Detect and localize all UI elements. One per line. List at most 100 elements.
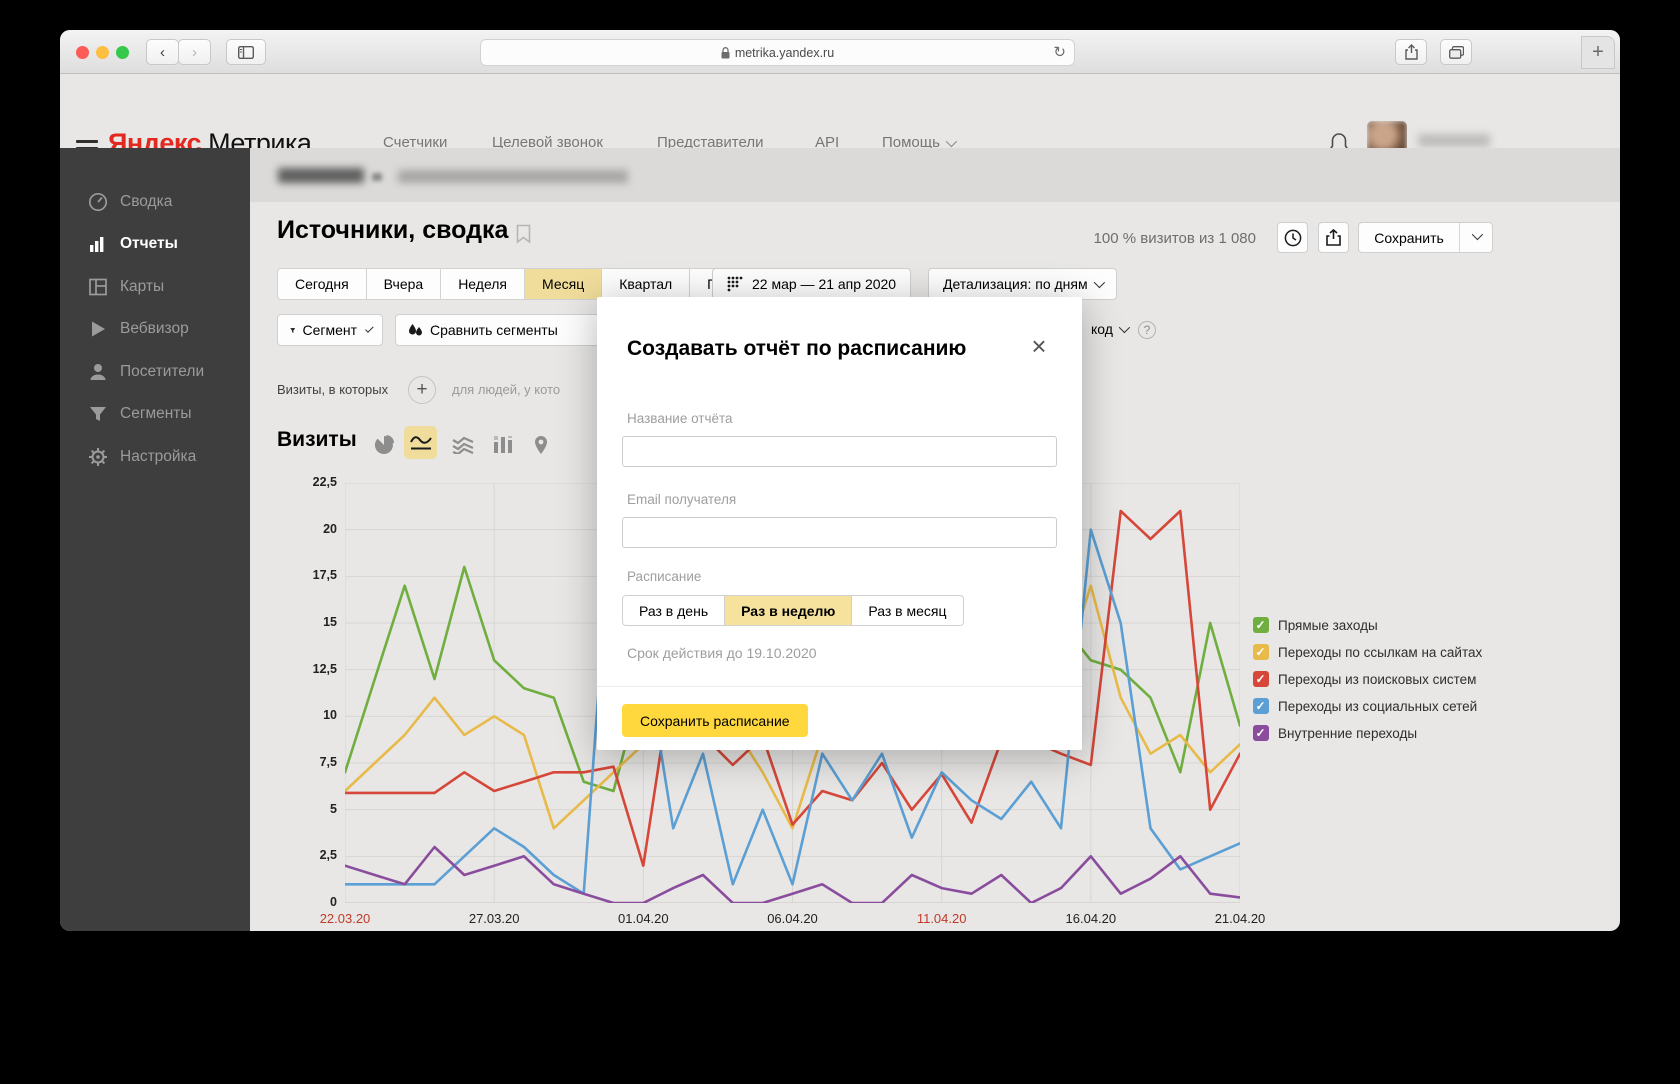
legend-checkbox-site-links[interactable]: [1253, 644, 1269, 660]
help-button[interactable]: ?: [1138, 321, 1156, 339]
account-chevron-blurred[interactable]: [372, 173, 382, 181]
divider: [597, 686, 1082, 687]
option-daily[interactable]: Раз в день: [622, 595, 726, 626]
x-tick-label: 06.04.20: [767, 911, 818, 926]
browser-window: ‹ › metrika.yandex.ru ↻ + Яндекс Метрика…: [60, 30, 1620, 931]
recipient-email-input[interactable]: [622, 517, 1057, 548]
visits-section-title: Визиты: [277, 428, 357, 451]
sidebar-item-reports[interactable]: Отчеты: [60, 224, 250, 264]
droplets-icon: [409, 324, 422, 336]
save-report-label: Сохранить: [1374, 229, 1444, 246]
gear-icon: [89, 448, 107, 466]
history-button[interactable]: [1277, 222, 1308, 253]
address-bar[interactable]: metrika.yandex.ru ↻: [480, 39, 1075, 66]
sidebar-item-maps[interactable]: Карты: [60, 267, 250, 307]
sidebar-item-webvisor[interactable]: Вебвизор: [60, 309, 250, 349]
account-name-blurred[interactable]: [278, 168, 364, 183]
app-header: Яндекс Метрика Счетчики Целевой звонок П…: [60, 74, 1620, 161]
tab-month[interactable]: Месяц: [525, 268, 603, 300]
x-tick-label: 22.03.20: [319, 911, 371, 926]
funnel-small-icon: [290, 327, 296, 333]
x-tick-label: 27.03.20: [468, 911, 520, 926]
back-button[interactable]: ‹: [146, 39, 179, 65]
sidebar-item-segments[interactable]: Сегменты: [60, 394, 250, 434]
chart-type-columns-button[interactable]: [490, 432, 516, 458]
y-tick-label: 12,5: [312, 661, 337, 676]
tab-yesterday[interactable]: Вчера: [366, 268, 442, 300]
date-range-button[interactable]: 22 мар — 21 апр 2020: [712, 268, 912, 300]
sidebar-item-visitors[interactable]: Посетители: [60, 352, 250, 392]
username-blurred[interactable]: [1418, 134, 1490, 147]
legend-item-site-links: Переходы по ссылкам на сайтах: [1253, 643, 1482, 661]
share-icon: [1404, 44, 1418, 60]
segment-button[interactable]: Сегмент: [277, 314, 383, 346]
chevron-down-icon: [1471, 228, 1484, 241]
reload-icon[interactable]: ↻: [1053, 43, 1066, 61]
expiry-text: Срок действия до 19.10.2020: [627, 645, 817, 661]
bar-chart-icon: [90, 237, 104, 252]
play-icon: [92, 321, 105, 337]
sidebar-toggle-button[interactable]: [226, 39, 266, 65]
new-tab-button[interactable]: +: [1581, 36, 1615, 69]
forward-button[interactable]: ›: [178, 39, 211, 65]
legend-item-search: Переходы из поисковых систем: [1253, 670, 1476, 688]
option-monthly[interactable]: Раз в месяц: [852, 595, 964, 626]
bookmark-icon[interactable]: [516, 224, 531, 249]
chart-type-line-button[interactable]: [404, 426, 437, 459]
legend-checkbox-search[interactable]: [1253, 671, 1269, 687]
chart-type-pie-button[interactable]: [371, 432, 397, 458]
compare-segments-button[interactable]: Сравнить сегменты: [395, 314, 605, 346]
counter-name-blurred[interactable]: [398, 170, 628, 183]
modal-title: Создавать отчёт по расписанию: [627, 337, 967, 360]
schedule-report-modal: Создавать отчёт по расписанию × Название…: [597, 297, 1082, 750]
legend-checkbox-social[interactable]: [1253, 698, 1269, 714]
sidebar-item-summary[interactable]: Сводка: [60, 182, 250, 222]
widget-code-button-fragment[interactable]: код: [1091, 321, 1131, 337]
x-tick-label: 01.04.20: [618, 911, 669, 926]
chevron-down-icon: [945, 135, 958, 148]
add-filter-button[interactable]: +: [408, 376, 436, 404]
share-button[interactable]: [1395, 39, 1427, 65]
legend-checkbox-direct[interactable]: [1253, 617, 1269, 633]
export-button[interactable]: [1318, 222, 1349, 253]
sidebar-item-settings[interactable]: Настройка: [60, 437, 250, 477]
report-name-label: Название отчёта: [627, 411, 733, 426]
y-tick-label: 17,5: [312, 568, 337, 583]
sidebar-icon: [238, 45, 254, 59]
close-window-button[interactable]: [76, 46, 89, 59]
date-range-label: 22 мар — 21 апр 2020: [752, 276, 897, 292]
pie-chart-icon: [374, 435, 394, 454]
x-tick-label: 16.04.20: [1065, 911, 1117, 926]
option-weekly[interactable]: Раз в неделю: [725, 595, 853, 626]
y-tick-label: 2,5: [319, 848, 337, 863]
zoom-window-button[interactable]: [116, 46, 129, 59]
person-icon: [90, 364, 106, 380]
clock-icon: [1284, 229, 1301, 246]
legend-checkbox-internal[interactable]: [1253, 725, 1269, 741]
tabs-icon: [1448, 45, 1464, 59]
detalization-button[interactable]: Детализация: по дням: [928, 268, 1117, 300]
y-tick-label: 15: [323, 615, 337, 629]
y-tick-label: 7,5: [319, 755, 337, 769]
visits-sample-info: 100 % визитов из 1 080: [1093, 230, 1256, 247]
chart-type-stacked-button[interactable]: [450, 432, 476, 458]
upload-icon: [1326, 229, 1341, 246]
tab-week[interactable]: Неделя: [441, 268, 526, 300]
chevron-down-icon: [1093, 276, 1105, 289]
save-report-split-button[interactable]: Сохранить: [1358, 222, 1493, 253]
close-icon[interactable]: ×: [1027, 333, 1051, 359]
save-schedule-button[interactable]: Сохранить расписание: [622, 704, 808, 737]
map-pin-icon: [535, 436, 547, 454]
browser-toolbar: ‹ › metrika.yandex.ru ↻ +: [60, 30, 1620, 74]
chart-type-map-button[interactable]: [528, 432, 554, 458]
save-dropdown-button[interactable]: [1460, 228, 1492, 243]
tab-quarter[interactable]: Квартал: [602, 268, 691, 300]
tab-today[interactable]: Сегодня: [277, 268, 367, 300]
report-name-input[interactable]: [622, 436, 1057, 467]
chevron-down-icon: [1118, 321, 1131, 334]
minimize-window-button[interactable]: [96, 46, 109, 59]
tabs-overview-button[interactable]: [1440, 39, 1472, 65]
x-tick-label: 21.04.20: [1214, 911, 1266, 926]
sidebar: Сводка Отчеты Карты Вебвизор Посетители …: [60, 148, 250, 931]
layout-icon: [89, 278, 107, 296]
